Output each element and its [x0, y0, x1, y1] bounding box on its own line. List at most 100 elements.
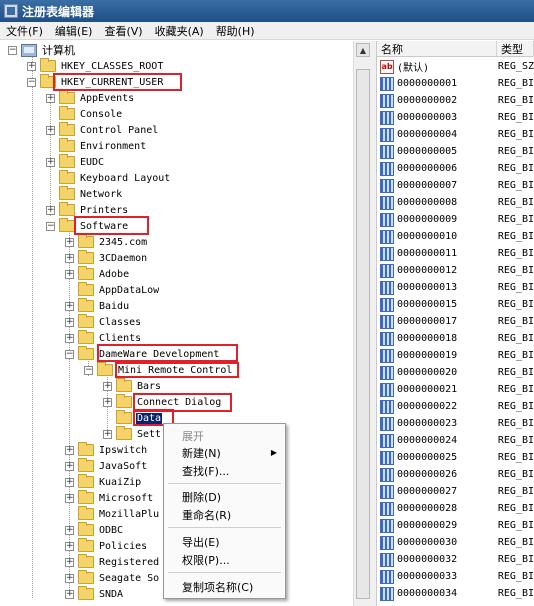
expand-toggle[interactable]: +: [65, 253, 74, 263]
context-menu-rename[interactable]: 重命名(R): [164, 506, 285, 523]
list-item[interactable]: 0000000008 REG_BI: [377, 194, 534, 211]
expand-toggle[interactable]: +: [65, 541, 74, 551]
tree-node-javasoft[interactable]: + JavaSoft: [65, 458, 148, 474]
list-item[interactable]: 0000000020 REG_BI: [377, 364, 534, 381]
expand-toggle[interactable]: +: [103, 397, 112, 407]
tree-node-3cdaemon[interactable]: +3CDaemon: [65, 250, 148, 266]
tree-node-hkcu[interactable]: − HKEY_CURRENT_USER: [27, 74, 164, 90]
tree-node-snda[interactable]: + SNDA: [65, 586, 124, 602]
context-menu-expand[interactable]: 展开: [164, 427, 285, 444]
tree-node-eudc[interactable]: + EUDC: [46, 154, 105, 170]
collapse-toggle[interactable]: −: [84, 365, 93, 375]
list-item[interactable]: 0000000006 REG_BI: [377, 160, 534, 177]
tree-node-policies[interactable]: + Policies: [65, 538, 148, 554]
list-item[interactable]: 0000000015 REG_BI: [377, 296, 534, 313]
list-item[interactable]: 0000000033 REG_BI: [377, 568, 534, 585]
column-header-name[interactable]: 名称: [377, 41, 497, 57]
tree-node-clients[interactable]: + Clients: [65, 330, 142, 346]
tree-node-ipswitch[interactable]: + Ipswitch: [65, 442, 148, 458]
list-item[interactable]: 0000000019 REG_BI: [377, 347, 534, 364]
scroll-thumb[interactable]: [356, 69, 370, 599]
expand-toggle[interactable]: +: [65, 461, 74, 471]
list-item[interactable]: 0000000011 REG_BI: [377, 245, 534, 262]
list-item[interactable]: 0000000030 REG_BI: [377, 534, 534, 551]
list-item[interactable]: 0000000001 REG_BI: [377, 75, 534, 92]
expand-toggle[interactable]: +: [103, 381, 112, 391]
expand-toggle[interactable]: +: [46, 157, 55, 167]
tree-node-kuaizip[interactable]: + KuaiZip: [65, 474, 142, 490]
expand-toggle[interactable]: +: [65, 477, 74, 487]
expand-toggle[interactable]: +: [65, 301, 74, 311]
list-item[interactable]: 0000000023 REG_BI: [377, 415, 534, 432]
list-item[interactable]: 0000000009 REG_BI: [377, 211, 534, 228]
tree-node-registered[interactable]: + Registered: [65, 554, 160, 570]
tree-node-sett[interactable]: + Sett: [103, 426, 162, 442]
expand-toggle[interactable]: +: [65, 589, 74, 599]
tree-node-keyboard-layout[interactable]: Keyboard Layout: [59, 170, 171, 186]
tree-node-2345[interactable]: +2345.com: [65, 234, 148, 250]
expand-toggle[interactable]: +: [65, 493, 74, 503]
scroll-up-arrow-icon[interactable]: ▲: [356, 43, 370, 57]
context-menu-delete[interactable]: 删除(D): [164, 488, 285, 505]
list-item[interactable]: 0000000007 REG_BI: [377, 177, 534, 194]
expand-toggle[interactable]: +: [65, 557, 74, 567]
expand-toggle[interactable]: +: [103, 429, 112, 439]
list-item[interactable]: 0000000012 REG_BI: [377, 262, 534, 279]
context-menu-find[interactable]: 查找(F)...: [164, 462, 285, 479]
tree-node-console[interactable]: Console: [59, 106, 123, 122]
list-item[interactable]: 0000000013 REG_BI: [377, 279, 534, 296]
tree-node-connect-dialog[interactable]: + Connect Dialog: [103, 394, 222, 410]
expand-toggle[interactable]: +: [65, 317, 74, 327]
list-item[interactable]: 0000000029 REG_BI: [377, 517, 534, 534]
values-list[interactable]: 名称 类型 ab (默认) REG_SZ 0000000001 REG_BI 000000…: [377, 41, 534, 606]
column-header-type[interactable]: 类型: [497, 41, 534, 57]
tree-node-baidu[interactable]: + Baidu: [65, 298, 130, 314]
expand-toggle[interactable]: +: [65, 525, 74, 535]
list-item[interactable]: 0000000022 REG_BI: [377, 398, 534, 415]
tree-vertical-scrollbar[interactable]: ▲: [353, 41, 372, 606]
tree-node-computer[interactable]: − 计算机: [8, 42, 76, 58]
tree-node-bars[interactable]: + Bars: [103, 378, 162, 394]
tree-node-seagate[interactable]: + Seagate So: [65, 570, 160, 586]
list-item[interactable]: 0000000002 REG_BI: [377, 92, 534, 109]
list-item[interactable]: 0000000018 REG_BI: [377, 330, 534, 347]
menu-edit[interactable]: 编辑(E): [49, 23, 99, 39]
list-item[interactable]: 0000000034 REG_BI: [377, 585, 534, 602]
tree-node-control-panel[interactable]: + Control Panel: [46, 122, 159, 138]
tree-node-mozillaplu[interactable]: MozillaPlu: [78, 506, 160, 522]
list-item[interactable]: 0000000028 REG_BI: [377, 500, 534, 517]
tree-node-hkcr[interactable]: + HKEY_CLASSES_ROOT: [27, 58, 164, 74]
context-menu-export[interactable]: 导出(E): [164, 533, 285, 550]
menu-view[interactable]: 查看(V): [98, 23, 148, 39]
context-menu-copy-key-name[interactable]: 复制项名称(C): [164, 578, 285, 595]
list-item[interactable]: 0000000021 REG_BI: [377, 381, 534, 398]
list-item[interactable]: 0000000025 REG_BI: [377, 449, 534, 466]
expand-toggle[interactable]: +: [65, 445, 74, 455]
tree-node-data[interactable]: Data: [116, 410, 163, 426]
expand-toggle[interactable]: +: [65, 573, 74, 583]
tree-node-software[interactable]: − Software: [46, 218, 129, 234]
list-item[interactable]: 0000000010 REG_BI: [377, 228, 534, 245]
tree-node-microsoft[interactable]: + Microsoft: [65, 490, 154, 506]
list-item[interactable]: 0000000032 REG_BI: [377, 551, 534, 568]
tree-node-adobe[interactable]: + Adobe: [65, 266, 130, 282]
tree-node-mini-remote-control[interactable]: − Mini Remote Control: [84, 362, 233, 378]
list-item[interactable]: 0000000003 REG_BI: [377, 109, 534, 126]
expand-toggle[interactable]: +: [46, 125, 55, 135]
menu-help[interactable]: 帮助(H): [210, 23, 261, 39]
collapse-toggle[interactable]: −: [8, 45, 17, 55]
list-item[interactable]: 0000000005 REG_BI: [377, 143, 534, 160]
expand-toggle[interactable]: +: [65, 269, 74, 279]
list-item[interactable]: ab (默认) REG_SZ: [377, 58, 534, 75]
collapse-toggle[interactable]: −: [46, 221, 55, 231]
tree-node-network[interactable]: Network: [59, 186, 123, 202]
collapse-toggle[interactable]: −: [65, 349, 74, 359]
tree-node-classes[interactable]: + Classes: [65, 314, 142, 330]
list-item[interactable]: 0000000017 REG_BI: [377, 313, 534, 330]
expand-toggle[interactable]: +: [46, 205, 55, 215]
list-item[interactable]: 0000000004 REG_BI: [377, 126, 534, 143]
tree-node-printers[interactable]: + Printers: [46, 202, 129, 218]
list-item[interactable]: 0000000024 REG_BI: [377, 432, 534, 449]
expand-toggle[interactable]: +: [65, 237, 74, 247]
expand-toggle[interactable]: +: [27, 61, 36, 71]
